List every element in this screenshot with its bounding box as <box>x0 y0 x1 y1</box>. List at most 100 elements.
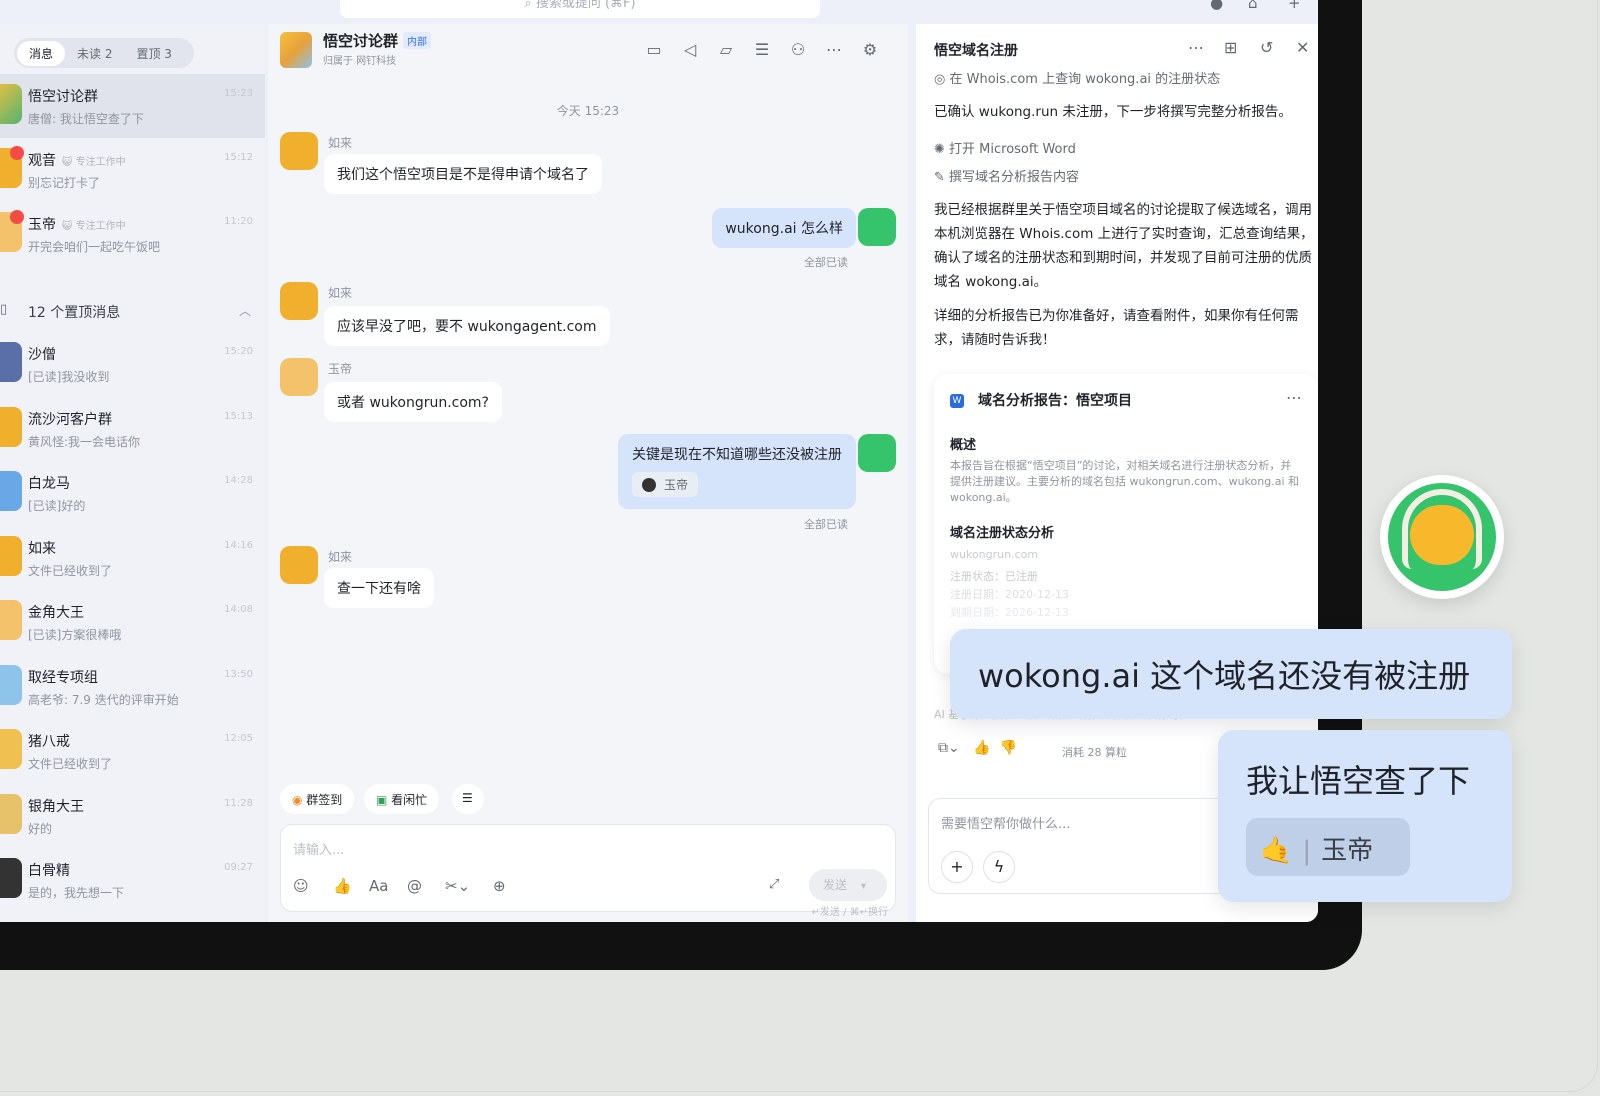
message-bubble[interactable]: 或者 wukongrun.com? <box>324 382 502 422</box>
chat-item[interactable]: 取经专项组 高老爷: 7.9 迭代的评审开始 13:50 <box>0 655 265 719</box>
video-call-icon[interactable]: ▭ <box>644 40 664 60</box>
message-input[interactable]: 请输入... ☺ 👍 Aa @ ✂⌄ ⊕ ⤢ 发送 ▾ <box>280 824 896 912</box>
new-task-icon[interactable]: ⊞ <box>1224 38 1237 57</box>
chevron-up-icon[interactable]: ︿ <box>239 302 251 319</box>
add-icon[interactable]: + <box>1288 0 1301 12</box>
chat-name: 取经专项组 <box>28 669 98 686</box>
folder-icon[interactable]: ▱ <box>716 40 736 60</box>
send-label: 发送 <box>823 878 848 892</box>
tab-pinned[interactable]: 置顶 3 <box>124 41 183 66</box>
message-text: 关键是现在不知道哪些还没被注册 <box>632 447 842 463</box>
font-icon[interactable]: Aa <box>369 877 388 895</box>
chat-preview: 是的，我先想一下 <box>28 886 125 900</box>
chat-item[interactable]: 猪八戒 文件已经收到了 12:05 <box>0 719 265 783</box>
tab-unread[interactable]: 未读 2 <box>65 41 124 66</box>
chat-item[interactable]: 流沙河客户群 黄风怪:我一会电话你 15:13 <box>0 397 265 461</box>
message-bubble[interactable]: 我们这个悟空项目是不是得申请个域名了 <box>324 154 602 194</box>
pinned-section-title: 12 个置顶消息 <box>28 305 121 321</box>
tab-messages[interactable]: 消息 <box>17 40 66 66</box>
callout-bubble: wokong.ai 这个域名还没有被注册 <box>950 629 1512 719</box>
avatar-mini-icon[interactable]: ● <box>1210 0 1223 12</box>
history-icon[interactable]: ↺ <box>1260 38 1273 57</box>
chat-item[interactable]: 观音 😺 专注工作中 别忘记打卡了 15:12 <box>0 138 265 202</box>
internal-tag: 内部 <box>403 32 431 49</box>
avatar <box>0 535 22 576</box>
avatar[interactable] <box>280 358 318 396</box>
group-name: 悟空讨论群 <box>323 32 399 50</box>
avatar[interactable] <box>280 282 318 320</box>
message-bubble[interactable]: 查一下还有啥 <box>324 568 434 608</box>
callout-bubble: 我让悟空查了下 🤙 | 玉帝 <box>1218 730 1512 902</box>
message-bubble-self[interactable]: 关键是现在不知道哪些还没被注册 玉帝 <box>618 434 856 509</box>
group-org: 归属于 网钉科技 <box>323 56 397 67</box>
availability-button[interactable]: ▣ 看闲忙 <box>364 784 440 814</box>
like-icon[interactable]: 👍 <box>973 740 990 756</box>
chat-item[interactable]: 玉帝 😺 专注工作中 开完会咱们一起吃午饭吧 11:20 <box>0 202 265 266</box>
emoji-icon[interactable]: ☺ <box>293 877 309 895</box>
avatar <box>0 342 22 382</box>
pinned-section-header[interactable]: ▯ 12 个置顶消息 ︿ <box>0 292 265 332</box>
chat-item[interactable]: 悟空讨论群 唐僧: 我让悟空查了下 15:23 <box>0 74 265 138</box>
avatar[interactable] <box>280 546 318 584</box>
laptop-frame: ⌕ 搜索或提问 (⌘F) ● ⌂ + 消息 未读 2 置顶 3 悟空讨论群 唐僧… <box>0 0 1362 970</box>
thumbs-up-icon[interactable]: 👍 <box>333 877 352 895</box>
avatar <box>0 793 22 834</box>
chat-item[interactable]: 金角大王 [已读]方案很棒哦 14:08 <box>0 590 265 654</box>
checkin-button[interactable]: ◉ 群签到 <box>280 784 355 814</box>
avatar[interactable] <box>858 434 896 472</box>
timeline-divider: 今天 15:23 <box>556 104 620 118</box>
search-history-icon[interactable]: ☰ <box>752 40 772 60</box>
send-button[interactable]: 发送 ▾ <box>809 869 887 901</box>
more-icon[interactable]: ⋯ <box>1286 388 1302 407</box>
chat-item[interactable]: 白龙马 [已读]好的 14:28 <box>0 461 265 525</box>
add-member-icon[interactable]: ⚇ <box>788 40 808 60</box>
plus-icon[interactable]: + <box>941 851 973 883</box>
message-bubble-self[interactable]: wukong.ai 怎么样 <box>712 208 856 248</box>
chat-item[interactable]: 如来 文件已经收到了 14:16 <box>0 526 265 590</box>
more-icon[interactable]: ⋯ <box>1188 38 1204 57</box>
chat-name: 沙僧 <box>28 347 56 363</box>
eye-icon: ◎ <box>934 72 950 87</box>
mention-name: 玉帝 <box>664 478 689 492</box>
sender-name: 玉帝 <box>328 362 353 376</box>
chat-time: 14:28 <box>224 475 253 486</box>
message-bubble[interactable]: 应该早没了吧，要不 wukongagent.com <box>324 306 610 346</box>
mention-chip[interactable]: 玉帝 <box>632 472 699 497</box>
copy-icon[interactable]: ⧉⌄ <box>938 740 960 756</box>
chat-time: 12:05 <box>224 733 253 744</box>
scissors-icon[interactable]: ✂⌄ <box>445 877 470 895</box>
chat-name: 悟空讨论群 <box>28 89 98 105</box>
chat-item[interactable]: 白骨精 是的，我先想一下 09:27 <box>0 848 265 912</box>
menu-button[interactable]: ☰ <box>452 784 484 814</box>
send-hint: ↵发送 / ⌘↵换行 <box>811 907 888 918</box>
avatar <box>0 664 22 705</box>
avatar[interactable] <box>858 208 896 246</box>
help-icon[interactable]: ⌂ <box>1248 0 1258 12</box>
settings-icon[interactable]: ⚙ <box>860 40 880 60</box>
voice-icon[interactable]: ◁ <box>680 40 700 60</box>
mention-icon[interactable]: @ <box>407 877 422 895</box>
search-bar[interactable]: ⌕ 搜索或提问 (⌘F) <box>340 0 820 18</box>
unread-badge <box>10 146 24 160</box>
chat-item[interactable]: 沙僧 [已读]我没收到 15:20 <box>0 332 265 396</box>
close-icon[interactable]: ✕ <box>1296 38 1309 57</box>
chat-name-row: 玉帝 😺 专注工作中 <box>28 214 126 234</box>
more-icon[interactable]: ⋯ <box>824 40 844 60</box>
chevron-down-icon: ▾ <box>861 881 867 892</box>
avatar[interactable] <box>280 132 318 170</box>
divider: | <box>1302 836 1312 866</box>
chat-item[interactable]: 妖怪全员群09:12 <box>0 913 265 923</box>
avatar <box>0 406 22 447</box>
hand-icon: 🤙 <box>1260 836 1293 866</box>
agent-message: 详细的分析报告已为你准备好，请查看附件，如果你有任何需求，请随时告诉我！ <box>934 308 1299 348</box>
plus-icon[interactable]: ⊕ <box>493 877 506 895</box>
dislike-icon[interactable]: 👎 <box>999 740 1016 756</box>
chat-item[interactable]: 银角大王 好的 11:28 <box>0 784 265 848</box>
group-avatar[interactable] <box>280 32 312 68</box>
expand-icon[interactable]: ⤢ <box>769 877 779 892</box>
location-icon: ◉ <box>292 793 307 807</box>
chat-preview: [已读]好的 <box>28 499 86 513</box>
chat-name: 猪八戒 <box>28 734 70 750</box>
lightning-icon[interactable]: ϟ <box>983 851 1015 883</box>
doc-title: 域名分析报告：悟空项目 <box>978 393 1132 409</box>
